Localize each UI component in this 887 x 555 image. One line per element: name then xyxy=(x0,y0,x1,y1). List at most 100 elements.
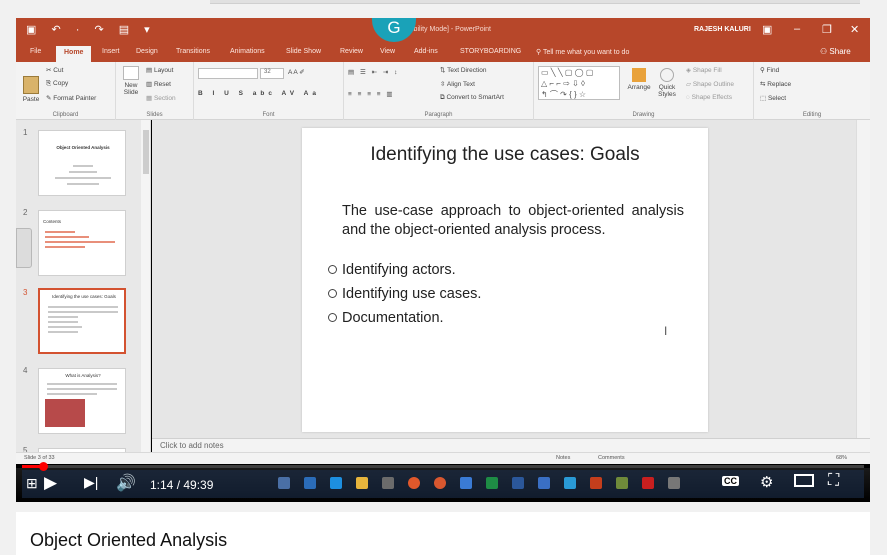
slide-paragraph[interactable]: The use-case approach to object-oriented… xyxy=(342,202,684,240)
scrollbar-thumb[interactable] xyxy=(143,130,149,174)
progress-bar[interactable] xyxy=(22,462,864,471)
new-slide-button[interactable]: New Slide xyxy=(120,66,142,96)
tab-view[interactable]: View xyxy=(380,48,395,55)
notes-placeholder: Click to add notes xyxy=(160,441,224,450)
slide-bullet[interactable]: Identifying use cases. xyxy=(328,286,481,302)
video-title-card: Object Oriented Analysis xyxy=(16,512,870,555)
select-button[interactable]: ⬚ Select xyxy=(760,94,786,102)
tab-slide-show[interactable]: Slide Show xyxy=(286,48,321,55)
find-label: Find xyxy=(766,67,780,74)
time-display: 1:14 / 49:39 xyxy=(150,478,214,492)
tab-design[interactable]: Design xyxy=(136,48,158,55)
quick-styles-button[interactable]: Quick Styles xyxy=(654,68,680,98)
list-buttons[interactable]: ▤ ☰ ⇤ ⇥ ↕ xyxy=(348,68,399,76)
thumb-title-4: What is Analysis? xyxy=(65,373,101,378)
slide-scrollbar[interactable] xyxy=(856,120,870,438)
quick-access-toolbar[interactable]: ▣ ↶ · ↷ ▤ ▾ xyxy=(26,23,156,36)
settings-gear-icon[interactable]: ⚙ xyxy=(760,473,773,491)
slide-bullet[interactable]: Documentation. xyxy=(328,310,444,326)
layout-button[interactable]: ▤ Layout xyxy=(146,66,173,74)
slide-thumbnail-1[interactable]: Object Oriented Analysis xyxy=(38,130,126,196)
user-name[interactable]: RAJESH KALURI xyxy=(694,26,751,33)
paragraph-group-label: Paragraph xyxy=(424,112,453,118)
tab-storyboarding[interactable]: STORYBOARDING xyxy=(460,48,521,55)
paragraph-group: ▤ ☰ ⇤ ⇥ ↕ ≡ ≡ ≡ ≡ ▥ ⇅ Text Direction ⇳ A… xyxy=(344,62,534,120)
thumb-line xyxy=(67,183,99,185)
skype-icon xyxy=(564,477,576,489)
notes-toggle[interactable]: Notes xyxy=(556,455,570,461)
tab-insert[interactable]: Insert xyxy=(102,48,120,55)
video-title: Object Oriented Analysis xyxy=(30,530,228,550)
shape-effects-button[interactable]: ◌ Shape Effects xyxy=(686,94,732,101)
paste-icon xyxy=(23,76,39,94)
current-slide[interactable]: Identifying the use cases: Goals The use… xyxy=(302,128,708,432)
cut-button[interactable]: ✂ Cut xyxy=(46,66,63,74)
minimize-icon[interactable]: – xyxy=(794,23,800,35)
replace-button[interactable]: ⇆ Replace xyxy=(760,80,791,88)
tab-animations[interactable]: Animations xyxy=(230,48,265,55)
font-size-box[interactable]: 32 xyxy=(260,68,284,79)
find-button[interactable]: ⚲ Find xyxy=(760,66,779,74)
layout-label: Layout xyxy=(153,67,174,74)
tab-review[interactable]: Review xyxy=(340,48,363,55)
tab-transitions[interactable]: Transitions xyxy=(176,48,210,55)
format-painter-label: Format Painter xyxy=(53,95,97,102)
comments-toggle[interactable]: Comments xyxy=(598,455,625,461)
shapes-gallery[interactable]: ▭ ╲ ╲ ▢ ◯ ▢ △ ⌐ ⌐ ⇨ ⇩ ◊ ↰ ⌒ ↷ { } ☆ xyxy=(538,66,620,100)
shape-outline-label: Shape Outline xyxy=(692,81,735,88)
clipboard-group-label: Clipboard xyxy=(52,112,79,118)
volume-icon[interactable]: 🔊 xyxy=(116,473,136,493)
bullet-circle-icon xyxy=(328,289,337,298)
share-button[interactable]: ⚇ Share xyxy=(820,47,851,56)
play-button[interactable]: ▶ xyxy=(44,473,57,493)
captions-button[interactable]: CC xyxy=(722,476,739,486)
shape-outline-button[interactable]: ▱ Shape Outline xyxy=(686,80,734,88)
excel-icon xyxy=(486,477,498,489)
paste-button[interactable]: Paste xyxy=(20,76,42,103)
video-player[interactable]: ▣ ↶ · ↷ ▤ ▾ ibility Mode] - PowerPoint R… xyxy=(16,18,870,502)
restore-icon[interactable]: ❐ xyxy=(822,23,832,36)
slide-title[interactable]: Identifying the use cases: Goals xyxy=(302,144,708,166)
replace-label: Replace xyxy=(767,81,792,88)
font-format-buttons[interactable]: B I U S abc AV Aa xyxy=(198,90,320,97)
slide-bullet[interactable]: Identifying actors. xyxy=(328,262,456,278)
format-painter-button[interactable]: ✎ Format Painter xyxy=(46,94,96,102)
slide-thumbnail-3[interactable]: Identifying the use cases: Goals xyxy=(38,288,126,354)
tab-add-ins[interactable]: Add-ins xyxy=(414,48,438,55)
arrange-button[interactable]: Arrange xyxy=(626,68,652,91)
close-icon[interactable]: ✕ xyxy=(850,23,859,36)
tell-me-search[interactable]: ⚲ Tell me what you want to do xyxy=(536,48,629,56)
theater-mode-icon[interactable] xyxy=(794,474,814,487)
align-buttons[interactable]: ≡ ≡ ≡ ≡ ▥ xyxy=(348,90,395,98)
new-slide-label: New Slide xyxy=(123,82,139,96)
next-button[interactable]: ▶| xyxy=(84,474,98,491)
chapters-handle[interactable] xyxy=(16,228,32,268)
ribbon-tabs: File Home Insert Design Transitions Anim… xyxy=(16,44,870,62)
shape-fill-button[interactable]: ◈ Shape Fill xyxy=(686,66,722,74)
tab-file[interactable]: File xyxy=(30,48,41,55)
zoom-level[interactable]: 68% xyxy=(836,455,847,461)
select-label: Select xyxy=(767,95,787,102)
editing-group: ⚲ Find ⇆ Replace ⬚ Select Editing xyxy=(754,62,870,120)
thumb-line xyxy=(45,236,89,238)
font-size-buttons[interactable]: A A ✐ xyxy=(288,68,305,76)
thumb-line xyxy=(45,241,115,243)
progress-scrubber[interactable] xyxy=(38,462,48,471)
ribbon-options-icon[interactable]: ▣ xyxy=(762,23,772,36)
convert-smartart-button[interactable]: ⧉ Convert to SmartArt xyxy=(440,94,504,102)
reset-button[interactable]: ▥ Reset xyxy=(146,80,171,88)
tab-home[interactable]: Home xyxy=(56,46,92,62)
slide-thumbnail-4[interactable]: What is Analysis? xyxy=(38,368,126,434)
section-button[interactable]: ▦ Section xyxy=(146,94,176,102)
quick-styles-label: Quick Styles xyxy=(658,84,676,98)
notes-pane[interactable]: Click to add notes xyxy=(152,438,870,452)
thumb-line xyxy=(47,383,117,385)
fullscreen-icon[interactable]: ⛶ xyxy=(828,472,839,490)
slide-thumbnail-pane: 1 Object Oriented Analysis 2 Contents 3 … xyxy=(16,120,142,452)
thumbnail-scrollbar[interactable] xyxy=(141,120,151,452)
copy-button[interactable]: ⎘ Copy xyxy=(46,80,68,88)
align-text-button[interactable]: ⇳ Align Text xyxy=(440,80,475,88)
text-direction-button[interactable]: ⇅ Text Direction xyxy=(440,66,487,74)
slide-thumbnail-2[interactable]: Contents xyxy=(38,210,126,276)
font-name-box[interactable] xyxy=(198,68,258,79)
